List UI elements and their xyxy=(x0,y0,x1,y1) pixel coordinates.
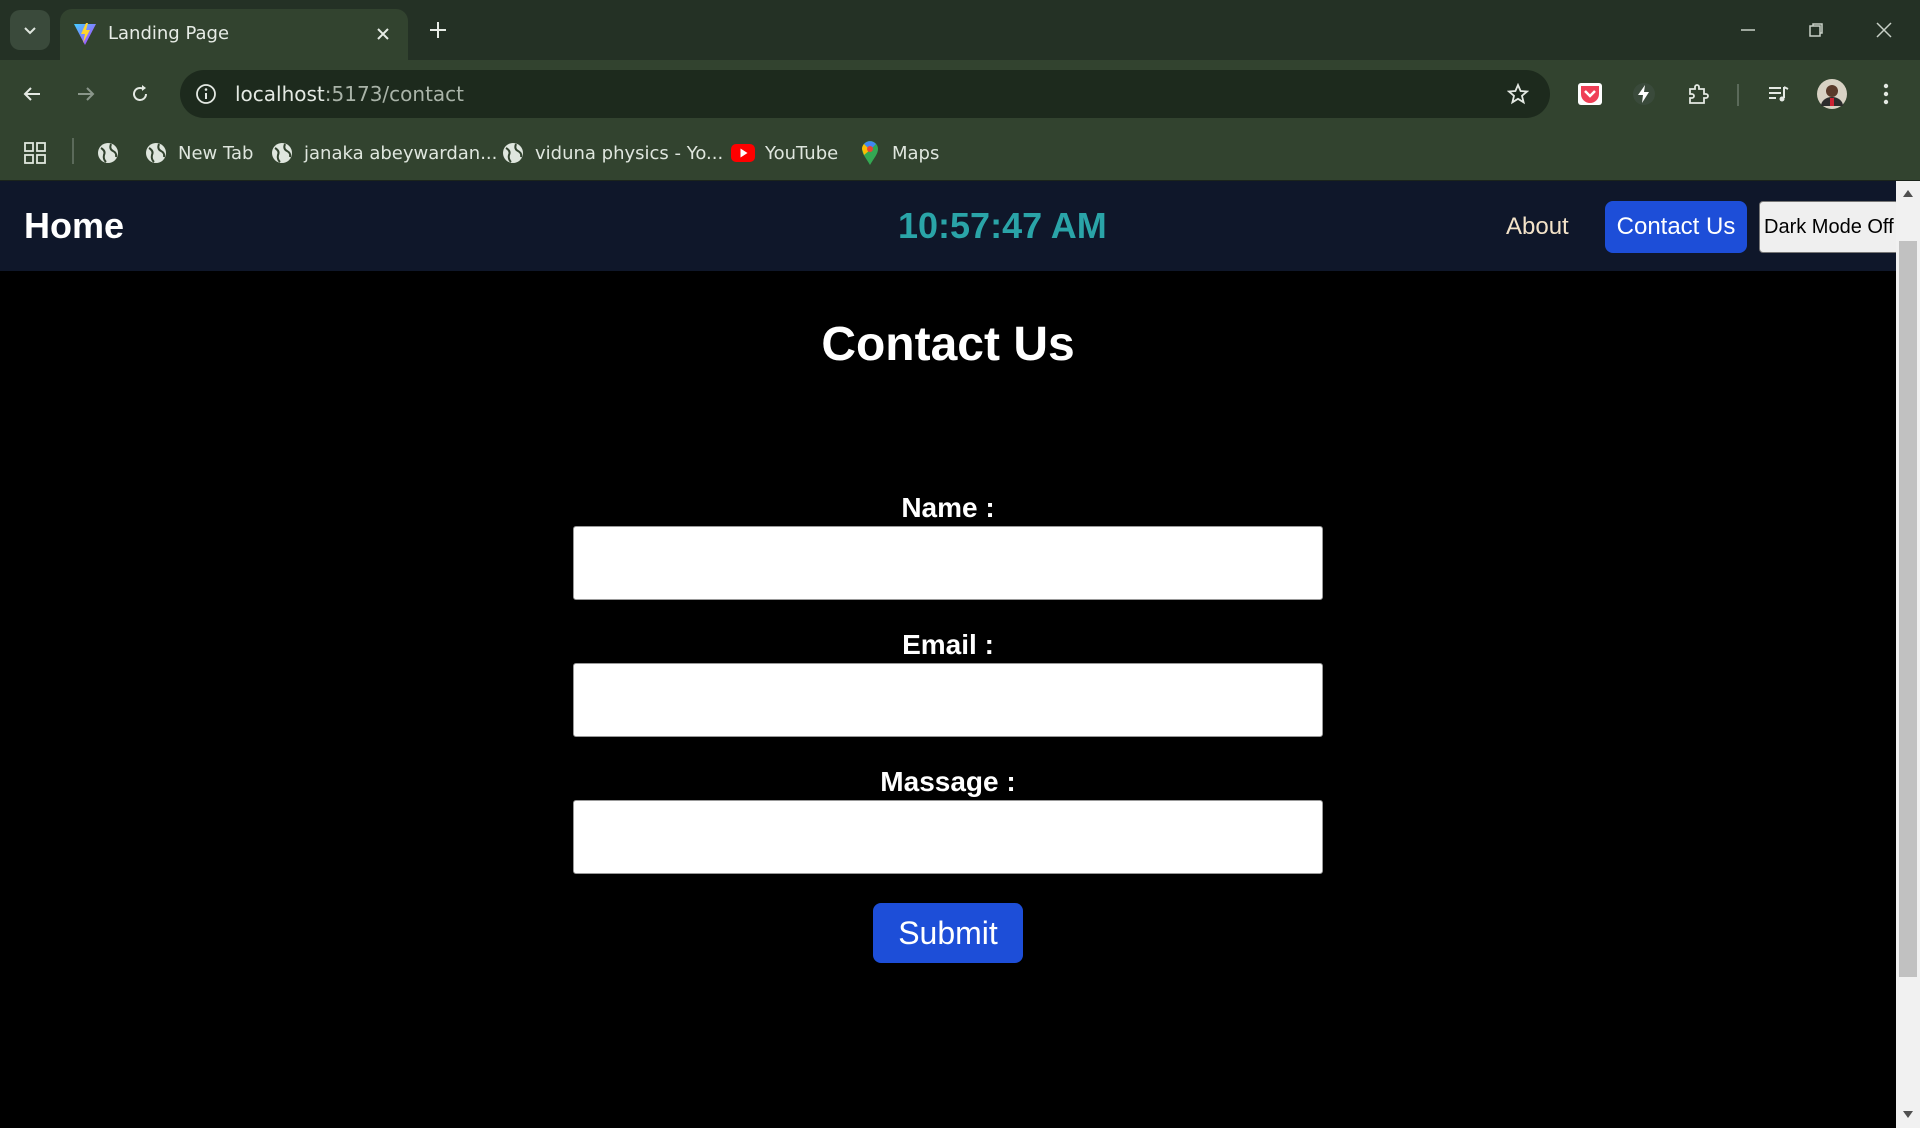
bookmark-youtube[interactable]: YouTube xyxy=(731,138,838,168)
name-label: Name : xyxy=(901,492,995,523)
chevron-down-icon xyxy=(24,27,36,35)
url-text: localhost:5173/contact xyxy=(235,82,464,106)
bookmark-star-icon[interactable] xyxy=(1504,80,1532,108)
bookmark-globe[interactable] xyxy=(96,138,130,168)
message-input[interactable] xyxy=(573,800,1323,874)
maps-pin-icon xyxy=(858,141,882,165)
reload-button[interactable] xyxy=(120,74,160,114)
avatar xyxy=(1817,79,1847,109)
apps-grid-icon xyxy=(24,142,46,164)
arrow-left-icon xyxy=(23,87,40,101)
puzzle-icon xyxy=(1689,84,1709,104)
globe-icon xyxy=(96,141,120,165)
url-path: :5173/contact xyxy=(324,82,464,106)
apps-button[interactable] xyxy=(24,138,46,168)
tab-title: Landing Page xyxy=(108,23,230,44)
site-navbar: Home 10:57:47 AM About Contact Us Dark M… xyxy=(0,181,1896,271)
page-title: Contact Us xyxy=(821,318,1075,371)
address-bar[interactable]: localhost:5173/contact xyxy=(180,70,1550,118)
live-clock: 10:57:47 AM xyxy=(898,205,1107,246)
close-window-button[interactable] xyxy=(1860,10,1908,50)
url-host: localhost xyxy=(235,82,325,106)
toolbar-divider xyxy=(1737,84,1739,106)
message-label: Massage : xyxy=(880,766,1016,797)
vite-logo-icon xyxy=(74,23,96,45)
bookmark-label: Maps xyxy=(892,142,940,164)
close-icon xyxy=(1876,22,1892,38)
scrollbar-thumb[interactable] xyxy=(1899,241,1917,977)
plus-icon xyxy=(430,22,446,38)
minimize-button[interactable] xyxy=(1724,10,1772,50)
bookmark-maps[interactable]: Maps xyxy=(858,138,939,168)
minimize-icon xyxy=(1741,29,1755,31)
scroll-up-arrow-icon[interactable] xyxy=(1902,187,1914,199)
browser-toolbar: localhost:5173/contact xyxy=(0,60,1920,128)
email-label: Email : xyxy=(902,629,994,660)
bookmark-label: New Tab xyxy=(178,142,254,164)
globe-icon xyxy=(270,141,294,165)
nav-contact-link[interactable]: Contact Us xyxy=(1605,201,1747,253)
bolt-icon xyxy=(1633,83,1655,105)
new-tab-button[interactable] xyxy=(422,14,454,46)
browser-tab[interactable]: Landing Page xyxy=(60,9,408,60)
youtube-icon xyxy=(731,141,755,165)
bookmark-janaka[interactable]: janaka abeywardan... xyxy=(270,138,497,168)
bookmark-viduna[interactable]: viduna physics - Yo... xyxy=(501,138,723,168)
email-input[interactable] xyxy=(573,663,1323,737)
arrow-right-icon xyxy=(78,87,95,101)
scroll-down-arrow-icon[interactable] xyxy=(1902,1109,1914,1121)
tab-strip: Landing Page xyxy=(0,0,1920,60)
bookmark-label: viduna physics - Yo... xyxy=(535,142,724,164)
nav-home-link[interactable]: Home xyxy=(24,205,124,247)
profile-button[interactable] xyxy=(1812,74,1852,114)
name-input[interactable] xyxy=(573,526,1323,600)
page-scrollbar[interactable] xyxy=(1896,181,1920,1128)
playlist-icon xyxy=(1769,86,1789,102)
page-viewport: Home 10:57:47 AM About Contact Us Dark M… xyxy=(0,181,1896,1128)
back-button[interactable] xyxy=(12,74,52,114)
bookmarks-divider xyxy=(72,138,74,164)
extension-bolt-button[interactable] xyxy=(1624,74,1664,114)
globe-icon xyxy=(144,141,168,165)
restore-icon xyxy=(1809,23,1823,37)
globe-icon xyxy=(501,141,525,165)
browser-menu-button[interactable] xyxy=(1866,74,1906,114)
site-info-icon[interactable] xyxy=(192,80,220,108)
media-controls-button[interactable] xyxy=(1758,74,1798,114)
bookmarks-bar: New Tab janaka abeywardan... viduna phys… xyxy=(0,128,1920,181)
restore-button[interactable] xyxy=(1792,10,1840,50)
submit-button[interactable]: Submit xyxy=(873,903,1023,963)
reload-icon xyxy=(133,85,147,101)
bookmark-new-tab[interactable]: New Tab xyxy=(144,138,253,168)
extensions-button[interactable] xyxy=(1678,74,1718,114)
dark-mode-toggle-button[interactable]: Dark Mode Off xyxy=(1759,201,1896,253)
kebab-menu-icon xyxy=(1883,83,1889,105)
tab-search-button[interactable] xyxy=(10,10,50,50)
bookmark-label: YouTube xyxy=(765,142,839,164)
nav-about-link[interactable]: About xyxy=(1506,213,1569,241)
bookmark-label: janaka abeywardan... xyxy=(304,142,498,164)
forward-button[interactable] xyxy=(66,74,106,114)
close-tab-icon[interactable] xyxy=(370,21,396,47)
extension-pocket-button[interactable] xyxy=(1570,74,1610,114)
pocket-icon xyxy=(1578,83,1602,105)
